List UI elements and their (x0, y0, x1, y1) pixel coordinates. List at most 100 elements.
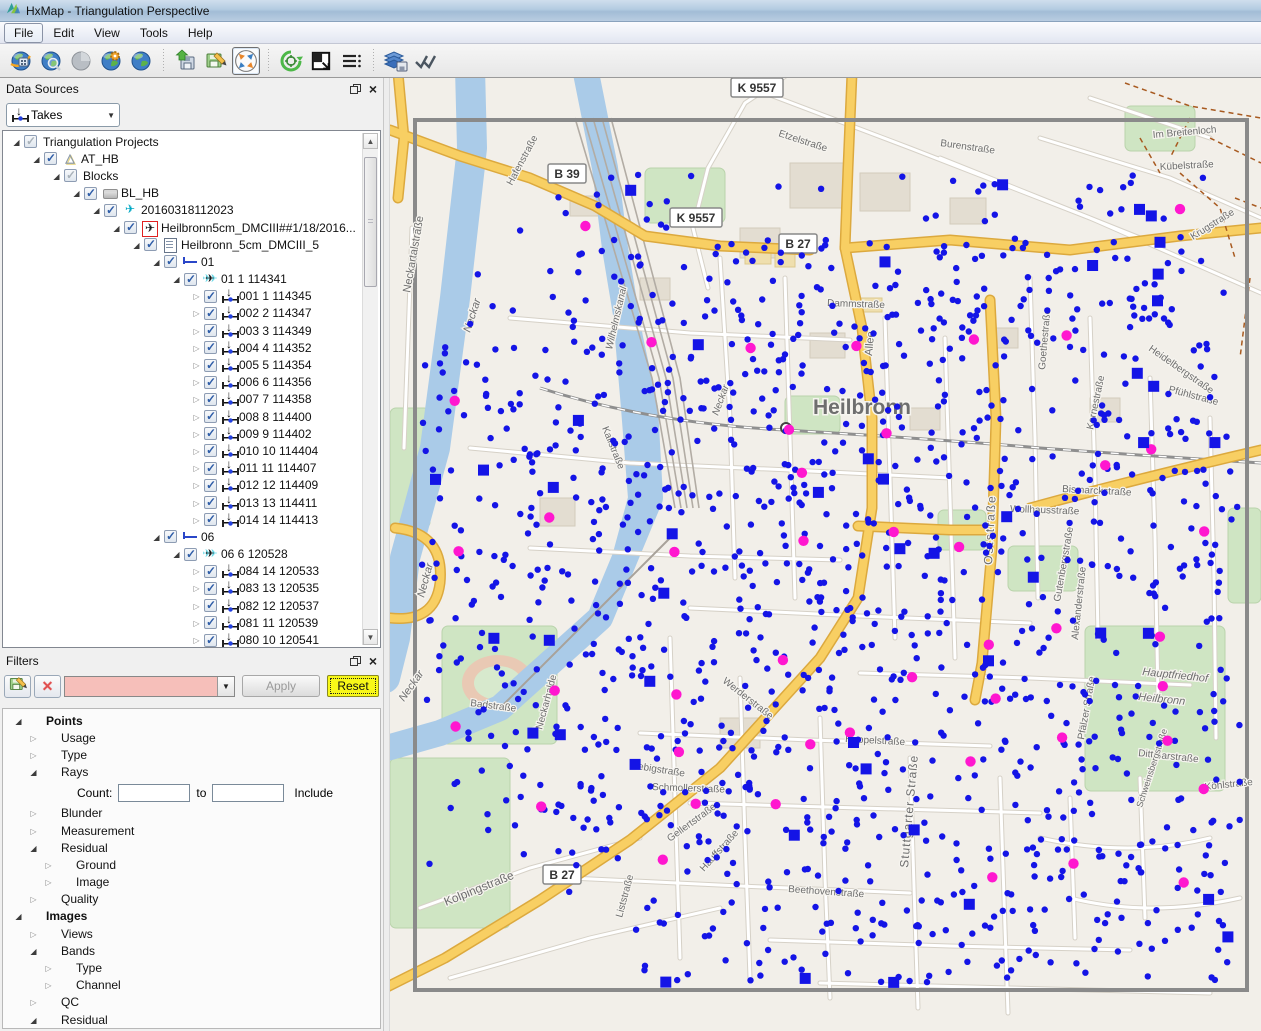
tie-point[interactable] (979, 253, 985, 259)
control-point[interactable] (813, 487, 824, 498)
tie-point[interactable] (879, 709, 885, 715)
checkbox[interactable] (204, 565, 217, 578)
tie-point[interactable] (995, 569, 1001, 575)
web-globe-button[interactable] (7, 47, 35, 75)
tie-point[interactable] (703, 378, 709, 384)
tie-point[interactable] (452, 523, 458, 529)
tie-point[interactable] (642, 813, 648, 819)
tie-point[interactable] (595, 393, 601, 399)
tie-point[interactable] (1228, 516, 1234, 522)
tie-point[interactable] (925, 630, 931, 636)
tie-point[interactable] (1025, 327, 1031, 333)
tie-point[interactable] (982, 698, 988, 704)
tie-point[interactable] (535, 599, 541, 605)
tie-point[interactable] (669, 300, 675, 306)
control-point[interactable] (1209, 437, 1220, 448)
tie-point[interactable] (1176, 866, 1182, 872)
tie-point[interactable] (1116, 715, 1122, 721)
tie-point[interactable] (782, 734, 788, 740)
tie-point[interactable] (1067, 344, 1073, 350)
filter-name-combobox[interactable]: ▼ (64, 676, 235, 697)
tie-point[interactable] (656, 503, 662, 509)
filter-tree-item[interactable]: Channel (5, 977, 380, 994)
tie-point[interactable] (760, 728, 766, 734)
tie-point[interactable] (1175, 797, 1181, 803)
filter-tree-item[interactable]: Quality (5, 891, 380, 908)
tie-point[interactable] (1237, 817, 1243, 823)
gcp-point[interactable] (845, 727, 855, 737)
tie-point[interactable] (633, 471, 639, 477)
tie-point[interactable] (961, 569, 967, 575)
tree-scrollbar[interactable]: ▲ ▼ (362, 133, 378, 645)
tie-point[interactable] (1081, 891, 1087, 897)
control-point[interactable] (625, 185, 636, 196)
tie-point[interactable] (959, 324, 965, 330)
tie-point[interactable] (840, 440, 846, 446)
tie-point[interactable] (924, 871, 930, 877)
control-point[interactable] (1153, 269, 1164, 280)
tie-point[interactable] (941, 577, 947, 583)
gcp-point[interactable] (771, 799, 781, 809)
tie-point[interactable] (724, 523, 730, 529)
tie-point[interactable] (1064, 557, 1070, 563)
tie-point[interactable] (699, 549, 705, 555)
control-point[interactable] (1155, 237, 1166, 248)
tie-point[interactable] (914, 456, 920, 462)
tie-point[interactable] (969, 930, 975, 936)
tie-point[interactable] (553, 724, 559, 730)
tie-point[interactable] (856, 780, 862, 786)
tie-point[interactable] (999, 957, 1005, 963)
collapse-icon[interactable] (26, 842, 41, 854)
tie-point[interactable] (624, 514, 630, 520)
gcp-point[interactable] (453, 546, 463, 556)
tie-point[interactable] (1114, 566, 1120, 572)
tie-point[interactable] (1136, 941, 1142, 947)
tie-point[interactable] (1217, 568, 1223, 574)
tie-point[interactable] (783, 827, 789, 833)
tie-point[interactable] (889, 676, 895, 682)
tie-point[interactable] (816, 459, 822, 465)
tie-point[interactable] (719, 780, 725, 786)
tie-point[interactable] (1194, 887, 1200, 893)
tie-point[interactable] (591, 734, 597, 740)
tie-point[interactable] (1111, 239, 1117, 245)
gcp-point[interactable] (646, 337, 656, 347)
tie-point[interactable] (1056, 788, 1062, 794)
tie-point[interactable] (934, 897, 940, 903)
gcp-point[interactable] (745, 343, 755, 353)
tie-point[interactable] (1029, 386, 1035, 392)
collapse-icon[interactable] (149, 531, 164, 543)
tie-point[interactable] (704, 297, 710, 303)
tie-point[interactable] (1130, 575, 1136, 581)
tie-point[interactable] (771, 478, 777, 484)
tie-point[interactable] (1202, 481, 1208, 487)
tie-point[interactable] (461, 412, 467, 418)
collapse-icon[interactable] (149, 256, 164, 268)
tie-point[interactable] (1220, 698, 1226, 704)
tie-point[interactable] (927, 512, 933, 518)
tie-point[interactable] (853, 925, 859, 931)
tie-point[interactable] (753, 657, 759, 663)
tie-point[interactable] (445, 408, 451, 414)
tie-point[interactable] (785, 672, 791, 678)
tie-point[interactable] (766, 884, 772, 890)
tie-point[interactable] (826, 685, 832, 691)
tie-point[interactable] (613, 747, 619, 753)
tie-point[interactable] (661, 920, 667, 926)
tie-point[interactable] (1205, 757, 1211, 763)
tie-point[interactable] (1075, 488, 1081, 494)
tie-point[interactable] (530, 633, 536, 639)
tie-point[interactable] (1091, 946, 1097, 952)
tie-point[interactable] (997, 416, 1003, 422)
tie-point[interactable] (923, 838, 929, 844)
tie-point[interactable] (698, 378, 704, 384)
tie-point[interactable] (647, 201, 653, 207)
tie-point[interactable] (799, 967, 805, 973)
tie-point[interactable] (1178, 248, 1184, 254)
tree-item[interactable]: AT_HB (5, 150, 362, 167)
tie-point[interactable] (1077, 204, 1083, 210)
tie-point[interactable] (773, 650, 779, 656)
tie-point[interactable] (476, 495, 482, 501)
tie-point[interactable] (923, 287, 929, 293)
tie-point[interactable] (539, 584, 545, 590)
